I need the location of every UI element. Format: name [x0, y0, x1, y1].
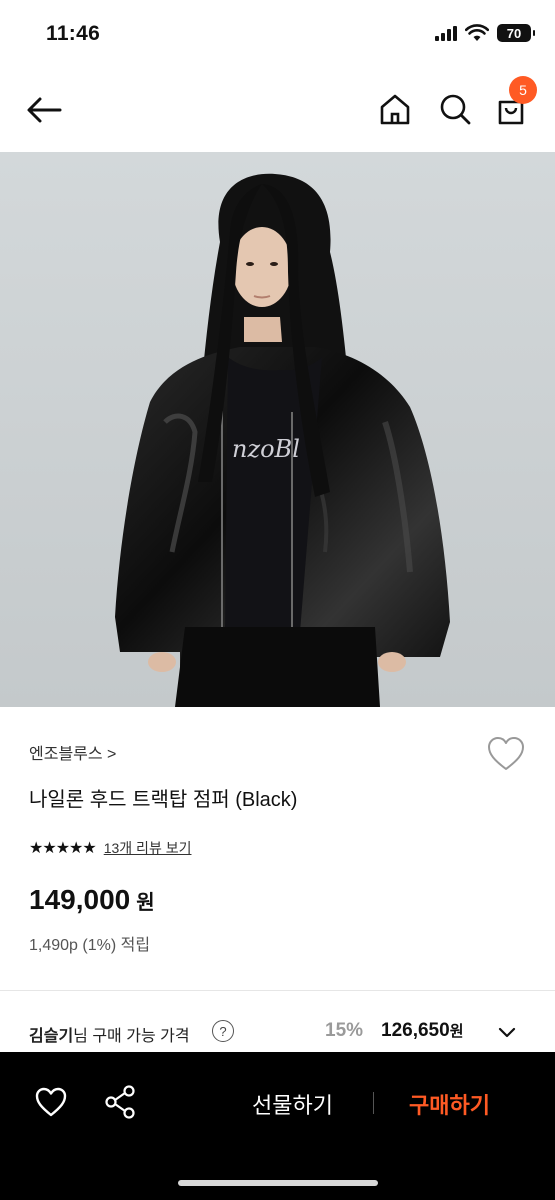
product-image[interactable]: nzoBl — [0, 152, 555, 707]
status-icons: 70 — [435, 24, 535, 42]
divider — [0, 990, 555, 991]
rating-row: ★★★★★ 13개 리뷰 보기 — [29, 838, 191, 858]
price-row: 149,000 원 — [29, 884, 155, 916]
product-price: 149,000 — [29, 884, 131, 915]
member-price-label: 김슬기님 구매 가능 가격 — [29, 1022, 190, 1046]
top-nav — [0, 70, 555, 152]
heart-icon[interactable] — [34, 1086, 68, 1118]
share-icon[interactable] — [103, 1084, 137, 1120]
battery-icon: 70 — [497, 24, 535, 42]
product-photo-illustration: nzoBl — [0, 152, 555, 707]
member-label-suffix: 님 구매 가능 가격 — [73, 1028, 190, 1045]
cart-count-badge: 5 — [509, 76, 537, 104]
member-price-amount: 126,650 — [381, 1020, 450, 1041]
buy-button[interactable]: 구매하기 — [409, 1088, 490, 1120]
gift-button[interactable]: 선물하기 — [252, 1088, 333, 1120]
home-icon[interactable] — [376, 90, 414, 128]
shirt-logo-text: nzoBl — [232, 435, 300, 463]
arrow-left-icon — [27, 97, 62, 123]
brand-link[interactable]: 엔조블루스 > — [29, 740, 116, 764]
chevron-down-icon[interactable] — [497, 1022, 517, 1042]
bottom-action-bar: 선물하기 구매하기 — [0, 1052, 555, 1200]
points-info: 1,490p (1%) 적립 — [29, 937, 151, 954]
review-link[interactable]: 13개 리뷰 보기 — [104, 838, 192, 858]
wifi-icon — [465, 24, 489, 41]
member-price-value: 126,650원 — [381, 1020, 464, 1042]
member-price-row[interactable]: 김슬기님 구매 가능 가격 ? 15% 126,650원 — [29, 1018, 529, 1050]
heart-icon[interactable] — [486, 735, 526, 773]
status-bar: 11:46 70 — [0, 0, 555, 70]
back-button[interactable] — [24, 90, 64, 130]
member-name: 김슬기 — [29, 1028, 74, 1045]
product-title: 나일론 후드 트랙탑 점퍼 (Black) — [29, 789, 298, 811]
divider — [373, 1092, 374, 1114]
member-price-unit: 원 — [449, 1023, 464, 1040]
search-icon[interactable] — [436, 90, 474, 128]
member-discount: 15% — [325, 1020, 364, 1041]
home-indicator — [178, 1180, 378, 1186]
price-unit: 원 — [136, 892, 155, 914]
rating-stars: ★★★★★ — [29, 840, 97, 857]
cellular-signal-icon — [435, 25, 457, 41]
status-time: 11:46 — [46, 22, 101, 45]
help-icon[interactable]: ? — [212, 1020, 234, 1042]
